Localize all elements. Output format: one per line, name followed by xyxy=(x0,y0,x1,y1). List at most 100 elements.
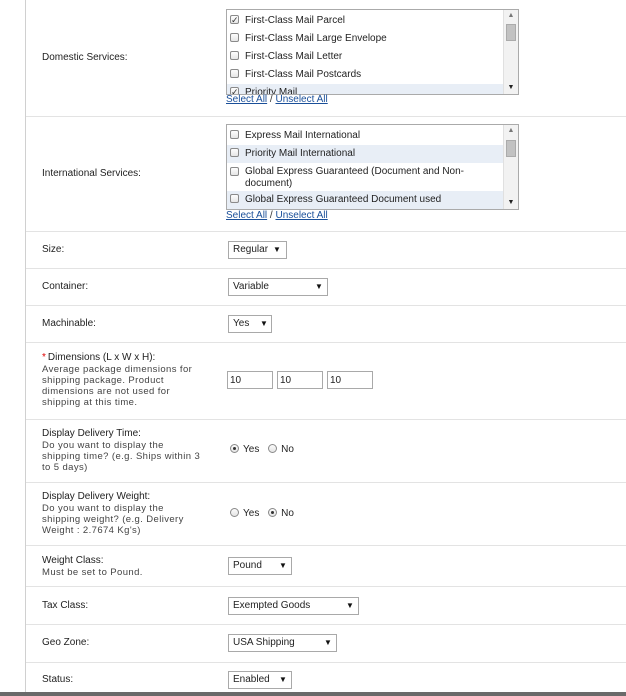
domestic-services-row: Domestic Services: ✓ First-Class Mail Pa… xyxy=(26,0,626,117)
option-label: Express Mail International xyxy=(245,130,361,141)
display-delivery-time-help-text: Do you want to display the shipping time… xyxy=(42,440,201,473)
tax-class-label: Tax Class: xyxy=(42,600,89,611)
radio-no-label: No xyxy=(281,444,294,455)
domestic-option-letter[interactable]: First-Class Mail Letter xyxy=(227,48,503,66)
weight-class-label: Weight Class: xyxy=(42,555,104,566)
weight-class-help-text: Must be set to Pound. xyxy=(42,567,143,578)
display-weight-yes-option[interactable]: Yes xyxy=(230,508,259,519)
tax-class-select[interactable]: Exempted Goods ▼ xyxy=(228,597,359,615)
dimension-length-input[interactable] xyxy=(227,371,273,389)
domestic-unselect-all-link[interactable]: Unselect All xyxy=(275,94,327,105)
weight-class-select-value: Pound xyxy=(233,560,262,571)
display-delivery-time-radios: Yes No xyxy=(230,444,300,456)
display-time-yes-option[interactable]: Yes xyxy=(230,444,259,455)
geo-zone-select[interactable]: USA Shipping ▼ xyxy=(228,634,337,652)
checkbox[interactable] xyxy=(230,33,239,42)
geo-zone-row: Geo Zone: USA Shipping ▼ xyxy=(26,625,626,663)
container-select-value: Variable xyxy=(233,281,269,292)
tax-class-row: Tax Class: Exempted Goods ▼ xyxy=(26,587,626,625)
domestic-services-items: ✓ First-Class Mail Parcel First-Class Ma… xyxy=(227,12,503,94)
container-label: Container: xyxy=(42,281,89,292)
tax-class-select-value: Exempted Goods xyxy=(233,600,311,611)
triangle-down-icon: ▼ xyxy=(279,561,287,570)
domestic-option-first-class-parcel[interactable]: ✓ First-Class Mail Parcel xyxy=(227,12,503,30)
international-services-label: International Services: xyxy=(42,168,141,179)
triangle-down-icon: ▼ xyxy=(260,319,268,328)
domestic-select-all-link[interactable]: Select All xyxy=(226,94,267,105)
triangle-up-icon[interactable]: ▲ xyxy=(504,10,518,22)
checkbox[interactable]: ✓ xyxy=(230,15,239,25)
intl-option-express-mail[interactable]: Express Mail International xyxy=(227,127,503,145)
display-delivery-time-label-block: Display Delivery Time: Do you want to di… xyxy=(42,428,202,473)
option-label: First-Class Mail Letter xyxy=(245,51,343,62)
display-delivery-weight-radios: Yes No xyxy=(230,508,300,520)
triangle-up-icon[interactable]: ▲ xyxy=(504,125,518,137)
required-marker: * xyxy=(42,352,46,363)
radio-no[interactable] xyxy=(268,508,278,517)
machinable-select-value: Yes xyxy=(233,318,250,329)
triangle-down-icon[interactable]: ▼ xyxy=(504,82,518,94)
intl-option-global-express-doc-nondoc[interactable]: Global Express Guaranteed (Document and … xyxy=(227,163,503,191)
domestic-option-large-envelope[interactable]: First-Class Mail Large Envelope xyxy=(227,30,503,48)
option-label: First-Class Mail Large Envelope xyxy=(245,33,387,44)
dimensions-row: * Dimensions (L x W x H): Average package… xyxy=(26,343,626,420)
dimension-width-input[interactable] xyxy=(277,371,323,389)
triangle-down-icon: ▼ xyxy=(346,601,354,610)
radio-no-label: No xyxy=(281,508,294,519)
intl-option-global-express-doc-used[interactable]: Global Express Guaranteed Document used xyxy=(227,191,503,209)
option-label: Global Express Guaranteed Document used xyxy=(245,194,442,205)
international-select-all-link[interactable]: Select All xyxy=(226,210,267,221)
size-select[interactable]: Regular ▼ xyxy=(228,241,287,259)
weight-class-select[interactable]: Pound ▼ xyxy=(228,557,292,575)
domestic-option-postcards[interactable]: First-Class Mail Postcards xyxy=(227,66,503,84)
geo-zone-label: Geo Zone: xyxy=(42,637,90,648)
display-delivery-weight-label: Display Delivery Weight: xyxy=(42,491,151,502)
triangle-down-icon: ▼ xyxy=(315,282,323,291)
machinable-select[interactable]: Yes ▼ xyxy=(228,315,272,333)
domestic-list-scrollbar[interactable]: ▲ ▼ xyxy=(503,10,518,94)
intl-option-priority-mail[interactable]: Priority Mail International xyxy=(227,145,503,163)
machinable-label: Machinable: xyxy=(42,318,96,329)
checkbox[interactable] xyxy=(230,69,239,78)
triangle-down-icon[interactable]: ▼ xyxy=(504,197,518,209)
machinable-row: Machinable: Yes ▼ xyxy=(26,306,626,343)
international-select-links: Select All / Unselect All xyxy=(226,210,328,221)
radio-yes[interactable] xyxy=(230,444,239,453)
size-label: Size: xyxy=(42,244,65,255)
option-label: Priority Mail International xyxy=(245,148,356,159)
shipping-settings-form: Domestic Services: ✓ First-Class Mail Pa… xyxy=(26,0,626,696)
checkbox[interactable] xyxy=(230,148,239,157)
display-time-no-option[interactable]: No xyxy=(268,444,294,455)
display-delivery-weight-row: Display Delivery Weight: Do you want to … xyxy=(26,483,626,546)
checkbox[interactable] xyxy=(230,167,239,176)
domestic-services-list[interactable]: ✓ First-Class Mail Parcel First-Class Ma… xyxy=(226,9,519,95)
international-list-scrollbar[interactable]: ▲ ▼ xyxy=(503,125,518,209)
display-delivery-weight-label-block: Display Delivery Weight: Do you want to … xyxy=(42,491,202,536)
checkbox[interactable] xyxy=(230,51,239,60)
radio-yes-label: Yes xyxy=(243,508,260,519)
status-select[interactable]: Enabled ▼ xyxy=(228,671,292,689)
dimensions-label: Dimensions (L x W x H): xyxy=(47,352,156,363)
dimension-height-input[interactable] xyxy=(327,371,373,389)
international-services-items: Express Mail International Priority Mail… xyxy=(227,127,503,209)
geo-zone-select-value: USA Shipping xyxy=(233,637,295,648)
radio-no[interactable] xyxy=(268,444,278,453)
option-label: First-Class Mail Postcards xyxy=(245,69,362,80)
radio-yes[interactable] xyxy=(230,508,239,517)
scroll-thumb[interactable] xyxy=(506,24,516,41)
international-services-list[interactable]: Express Mail International Priority Mail… xyxy=(226,124,519,210)
scroll-thumb[interactable] xyxy=(506,140,516,157)
container-select[interactable]: Variable ▼ xyxy=(228,278,328,296)
checkbox[interactable] xyxy=(230,194,239,203)
checkbox[interactable] xyxy=(230,130,239,139)
international-services-row: International Services: Express Mail Int… xyxy=(26,117,626,232)
status-label: Status: xyxy=(42,674,74,685)
international-unselect-all-link[interactable]: Unselect All xyxy=(275,210,327,221)
bottom-edge-bar xyxy=(0,692,626,696)
triangle-down-icon: ▼ xyxy=(324,638,332,647)
display-weight-no-option[interactable]: No xyxy=(268,508,294,519)
display-delivery-weight-help-text: Do you want to display the shipping weig… xyxy=(42,503,184,536)
weight-class-row: Weight Class: Must be set to Pound. Poun… xyxy=(26,546,626,587)
display-delivery-time-row: Display Delivery Time: Do you want to di… xyxy=(26,420,626,483)
option-label: Global Express Guaranteed (Document and … xyxy=(245,166,465,189)
